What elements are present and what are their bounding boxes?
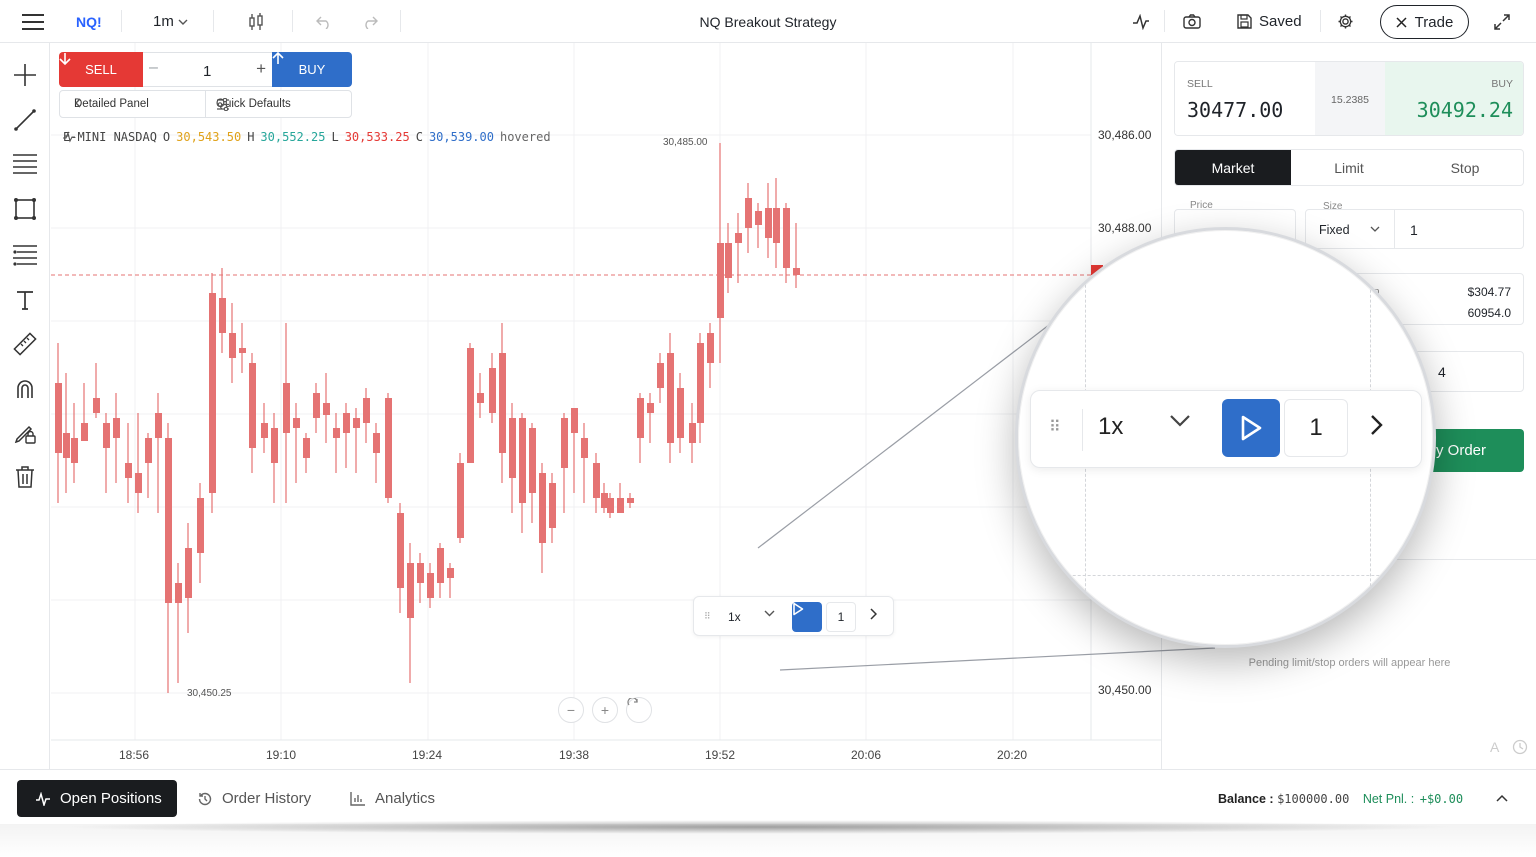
- bar-chart-icon: [350, 792, 365, 806]
- balance-summary: Balance : $100000.00 Net Pnl. : +$0.00: [1218, 792, 1463, 806]
- window-shadow-edge: [60, 820, 1460, 834]
- replay-speed-zoomed[interactable]: 1x: [1098, 413, 1123, 441]
- tab-order-history[interactable]: Order History: [197, 780, 311, 817]
- pnl-label: Net Pnl. :: [1362, 792, 1415, 806]
- tab-analytics-label: Analytics: [375, 790, 436, 807]
- replay-step-zoomed[interactable]: 1: [1284, 399, 1348, 457]
- tab-open-positions[interactable]: Open Positions: [17, 780, 177, 817]
- play-icon: [1241, 415, 1262, 441]
- balance-label: Balance :: [1218, 792, 1274, 806]
- chevron-down-icon[interactable]: [1169, 413, 1191, 432]
- bottom-bar: Open Positions Order History Analytics B…: [0, 769, 1536, 824]
- drag-handle-icon[interactable]: ⠿: [1049, 417, 1061, 437]
- app-root: NQ! 1m NQ Breakout Strategy Saved Trade …: [0, 0, 1536, 857]
- balance-value: $100000.00: [1277, 792, 1350, 806]
- tab-analytics[interactable]: Analytics: [350, 780, 435, 817]
- play-button-zoomed[interactable]: [1222, 399, 1280, 457]
- chevron-right-icon[interactable]: [1369, 413, 1385, 442]
- magnifier-lens: ⠿ 1x 1: [1015, 227, 1436, 648]
- pnl-value: +$0.00: [1419, 792, 1464, 806]
- chevron-up-icon[interactable]: [1496, 794, 1508, 802]
- tab-open-positions-label: Open Positions: [60, 790, 162, 807]
- tab-order-history-label: Order History: [222, 790, 312, 807]
- pulse-icon: [36, 791, 50, 806]
- replay-controls-zoomed: ⠿ 1x 1: [1030, 390, 1422, 468]
- history-icon: [198, 792, 212, 805]
